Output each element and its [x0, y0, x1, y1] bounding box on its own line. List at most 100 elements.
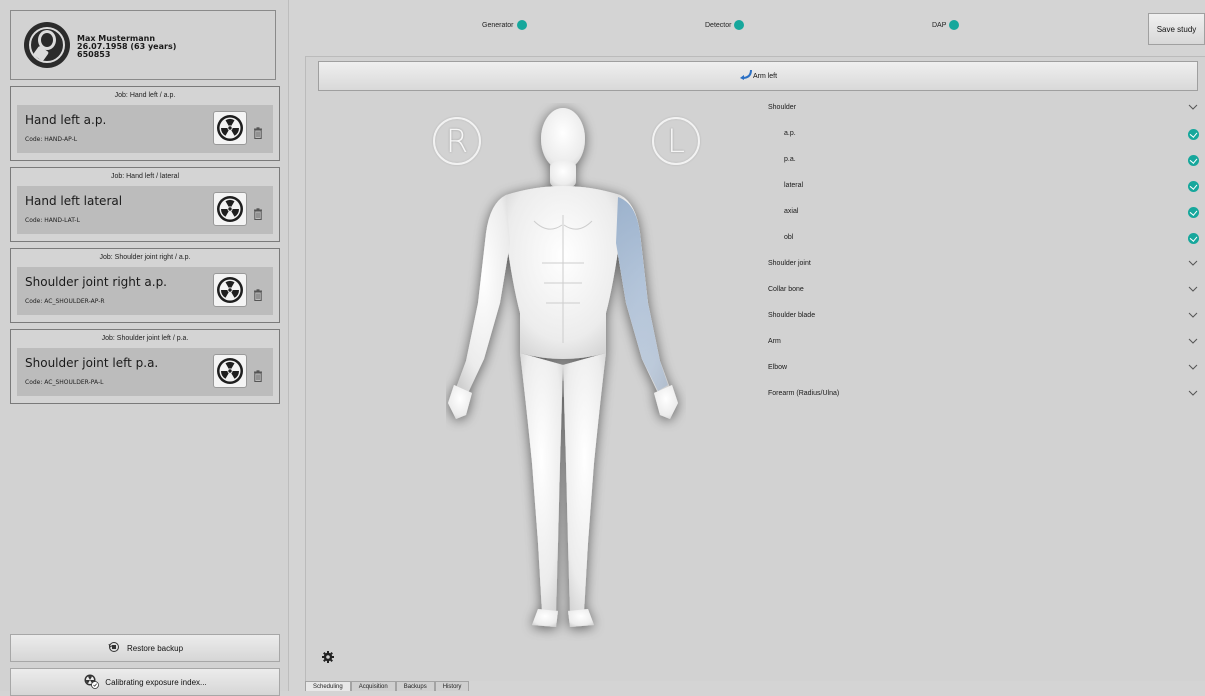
tree-group-shoulder-joint[interactable]: Shoulder joint — [768, 257, 1198, 273]
calibrating-label: Calibrating exposure index... — [105, 677, 207, 687]
job-body: Shoulder joint left p.a. Code: AC_SHOULD… — [17, 348, 273, 396]
trash-icon[interactable] — [253, 370, 263, 382]
tree-label: obl — [784, 234, 794, 241]
patient-id: 650853 — [77, 50, 111, 59]
tree-label: Forearm (Radius/Ulna) — [768, 390, 840, 397]
tree-item-lateral[interactable]: lateral — [768, 179, 1199, 195]
tree-group-elbow[interactable]: Elbow — [768, 361, 1198, 377]
restore-icon — [107, 641, 121, 655]
radiation-icon[interactable] — [213, 354, 247, 388]
exam-name: Shoulder joint left p.a. — [25, 356, 159, 370]
generator-label: Generator — [482, 21, 514, 29]
left-foot-region — [568, 609, 594, 627]
save-study-button[interactable]: Save study — [1148, 13, 1205, 45]
exam-code: Code: HAND-AP-L — [25, 136, 78, 143]
job-title: Job: Hand left / lateral — [110, 173, 180, 180]
tree-label: Arm — [768, 338, 781, 345]
job-body: Hand left lateral Code: HAND-LAT-L — [17, 186, 273, 234]
exam-name: Shoulder joint right a.p. — [25, 275, 167, 289]
tab-history[interactable]: History — [434, 681, 470, 691]
left-leg-region — [563, 353, 606, 615]
trash-icon[interactable] — [253, 208, 263, 220]
calibrate-icon — [83, 673, 100, 691]
radiation-icon[interactable] — [213, 192, 247, 226]
exam-name: Hand left a.p. — [25, 113, 107, 127]
exam-code: Code: AC_SHOULDER-AP-R — [25, 298, 105, 305]
chevron-down-icon — [1188, 260, 1198, 266]
chevron-down-icon — [1188, 338, 1198, 344]
job-card[interactable]: Job: Hand left / a.p. Hand left a.p. Cod… — [10, 86, 280, 161]
bottom-tabs: Scheduling Acquisition Backups History — [305, 681, 470, 691]
job-title: Job: Hand left / a.p. — [114, 92, 176, 99]
tab-scheduling[interactable]: Scheduling — [305, 681, 351, 691]
job-card[interactable]: Job: Shoulder joint left / p.a. Shoulder… — [10, 329, 280, 404]
body-figure[interactable] — [446, 103, 686, 643]
body-part-button[interactable]: Arm left — [318, 61, 1198, 91]
radiation-icon[interactable] — [213, 111, 247, 145]
tree-group-arm[interactable]: Arm — [768, 335, 1198, 351]
tree-group-collar-bone[interactable]: Collar bone — [768, 283, 1198, 299]
restore-backup-button[interactable]: Restore backup — [10, 634, 280, 662]
tree-item-pa[interactable]: p.a. — [768, 153, 1199, 169]
gear-icon[interactable] — [322, 651, 334, 663]
tree-label: lateral — [784, 182, 804, 189]
tree-label: Shoulder — [768, 104, 797, 111]
exam-code: Code: HAND-LAT-L — [25, 217, 80, 224]
tree-group-forearm[interactable]: Forearm (Radius/Ulna) — [768, 387, 1198, 403]
job-title: Job: Shoulder joint left / p.a. — [101, 335, 189, 342]
dap-label: DAP — [932, 21, 947, 29]
job-title: Job: Shoulder joint right / a.p. — [99, 254, 191, 261]
job-card[interactable]: Job: Shoulder joint right / a.p. Shoulde… — [10, 248, 280, 323]
tree-group-shoulder-blade[interactable]: Shoulder blade — [768, 309, 1198, 325]
chevron-down-icon — [1188, 312, 1198, 318]
tree-label: p.a. — [784, 156, 796, 163]
dap-status-dot — [949, 20, 960, 30]
job-body: Shoulder joint right a.p. Code: AC_SHOUL… — [17, 267, 273, 315]
status-bar: Generator Detector DAP Save study — [289, 0, 1205, 56]
generator-status: Generator — [482, 20, 527, 30]
chevron-down-icon — [1188, 104, 1198, 110]
dap-status: DAP — [932, 20, 960, 30]
tree-item-axial[interactable]: axial — [768, 205, 1199, 221]
left-panel: Max Mustermann 26.07.1958 (63 years) 650… — [0, 0, 289, 696]
calibrating-exposure-button[interactable]: Calibrating exposure index... — [10, 668, 280, 696]
chevron-down-icon — [1188, 364, 1198, 370]
trash-icon[interactable] — [253, 127, 263, 139]
tree-label: Shoulder blade — [768, 312, 816, 319]
right-arm-region — [456, 195, 510, 393]
chevron-down-icon — [1188, 286, 1198, 292]
radiation-icon[interactable] — [213, 273, 247, 307]
tree-label: axial — [784, 208, 799, 215]
neck-region — [550, 161, 576, 187]
patient-info: Max Mustermann 26.07.1958 (63 years) 650… — [77, 35, 176, 59]
check-icon — [1188, 129, 1199, 140]
body-part-label: Arm left — [752, 72, 778, 80]
tree-label: Elbow — [768, 364, 788, 371]
tree-item-ap[interactable]: a.p. — [768, 127, 1199, 143]
generator-status-dot — [516, 20, 527, 30]
tree-item-obl[interactable]: obl — [768, 231, 1199, 247]
check-icon — [1188, 155, 1199, 166]
exam-name: Hand left lateral — [25, 194, 123, 208]
right-leg-region — [520, 353, 563, 615]
main-panel: Arm left R L Shoulder a.p. p.a. lateral … — [305, 56, 1205, 681]
tree-label: a.p. — [784, 130, 796, 137]
tree-label: Collar bone — [768, 286, 804, 293]
right-foot-region — [532, 609, 558, 627]
tab-acquisition[interactable]: Acquisition — [350, 681, 396, 691]
detector-label: Detector — [705, 21, 732, 29]
person-avatar-icon — [24, 22, 70, 68]
detector-status-dot — [734, 20, 745, 30]
tree-group-shoulder[interactable]: Shoulder — [768, 101, 1198, 117]
restore-backup-label: Restore backup — [126, 643, 184, 653]
job-card[interactable]: Job: Hand left / lateral Hand left later… — [10, 167, 280, 242]
tab-backups[interactable]: Backups — [395, 681, 435, 691]
trash-icon[interactable] — [253, 289, 263, 301]
chevron-down-icon — [1188, 390, 1198, 396]
head-region — [541, 108, 585, 170]
patient-card[interactable]: Max Mustermann 26.07.1958 (63 years) 650… — [10, 10, 276, 80]
detector-status: Detector — [705, 20, 745, 30]
tree-label: Shoulder joint — [768, 260, 811, 267]
check-icon — [1188, 233, 1199, 244]
left-arm-highlight — [616, 197, 668, 391]
